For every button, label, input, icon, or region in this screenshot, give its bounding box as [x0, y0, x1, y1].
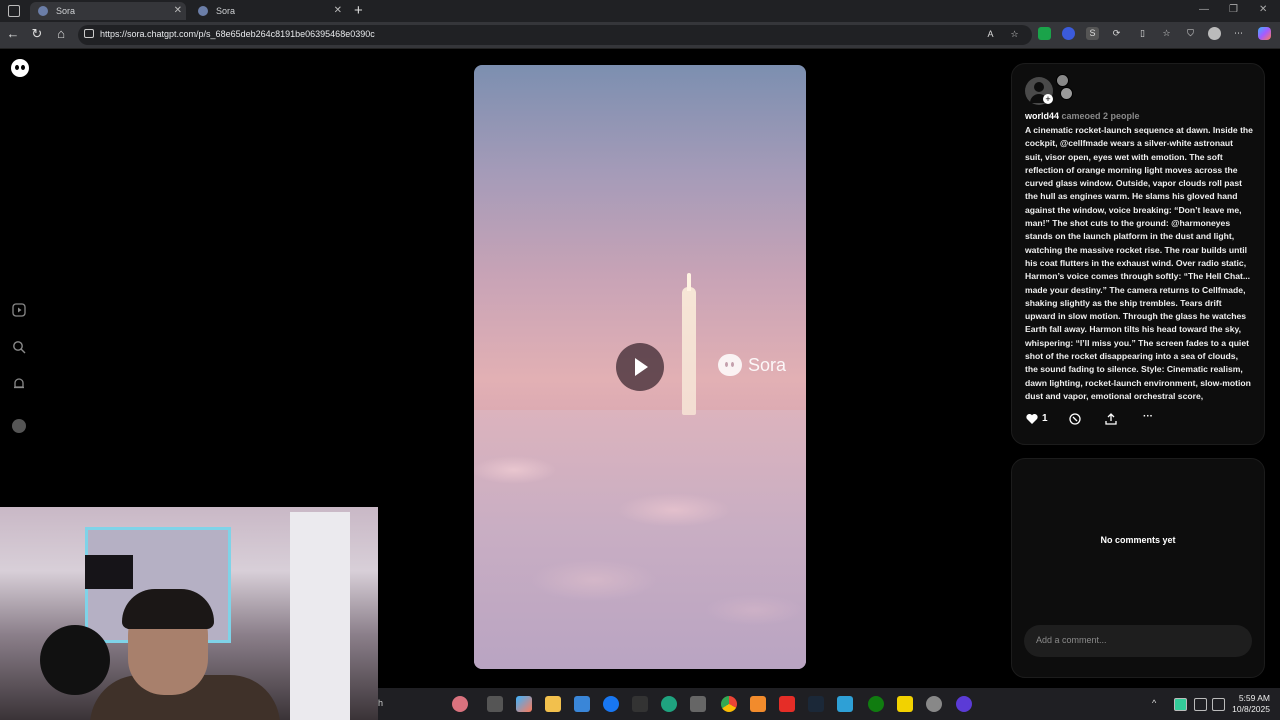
steam-icon[interactable] [808, 696, 824, 712]
post-byline: world44 cameoed 2 people [1025, 111, 1140, 121]
cloud-layer [474, 410, 806, 669]
more-menu-icon[interactable]: ⋯ [1232, 27, 1245, 40]
vlc-icon[interactable] [750, 696, 766, 712]
reload-icon[interactable]: ↻ [29, 26, 45, 42]
minimize-icon[interactable]: — [1199, 4, 1209, 15]
xbox-icon[interactable] [868, 696, 884, 712]
sora-logo[interactable] [11, 59, 29, 77]
url-text[interactable]: https://sora.chatgpt.com/p/s_68e65deb264… [100, 29, 375, 39]
comment-input[interactable]: Add a comment... [1024, 625, 1252, 657]
close-tab-icon[interactable]: ✕ [174, 5, 182, 16]
close-window-icon[interactable]: ✕ [1259, 4, 1267, 15]
rocket [687, 273, 691, 291]
address-row: ← ↻ ⌂ https://sora.chatgpt.com/p/s_68e65… [0, 22, 1280, 49]
windows-taskbar: h ^ 5:59 AM 10/8/2025 [378, 688, 1280, 720]
cameo-text[interactable]: cameoed 2 people [1062, 111, 1140, 121]
webcam-door [290, 512, 350, 720]
webcam-tv [85, 555, 133, 589]
sora-cloud-icon [718, 354, 742, 376]
address-bar[interactable]: https://sora.chatgpt.com/p/s_68e65deb264… [78, 25, 1032, 45]
read-aloud-icon[interactable]: A [984, 28, 997, 41]
close-tab-icon[interactable]: ✕ [334, 5, 342, 16]
task-view-icon[interactable] [487, 696, 503, 712]
cameo-avatar-2[interactable] [1060, 87, 1073, 100]
sora-watermark: Sora [718, 354, 786, 376]
system-clock[interactable]: 5:59 AM 10/8/2025 [1232, 693, 1270, 715]
clock-date: 10/8/2025 [1232, 704, 1270, 714]
remix-icon[interactable] [1068, 412, 1082, 426]
copilot-icon[interactable] [1258, 27, 1271, 40]
file-explorer-icon[interactable] [545, 696, 561, 712]
chrome-icon[interactable] [721, 696, 737, 712]
share-icon[interactable] [1104, 412, 1118, 426]
watermark-text: Sora [748, 354, 787, 375]
store-icon[interactable] [574, 696, 590, 712]
calculator-icon[interactable] [690, 696, 706, 712]
sora-favicon-icon [38, 6, 48, 16]
video-icon[interactable] [12, 303, 26, 317]
extension-m-icon[interactable] [1038, 27, 1051, 40]
tab-title: Sora [56, 6, 76, 16]
video-player[interactable]: Sora [474, 65, 806, 669]
search-icon[interactable] [12, 340, 26, 354]
tab-sora[interactable]: Sora ✕ [190, 2, 346, 20]
extension-circle-icon[interactable] [1062, 27, 1075, 40]
tab-sora-active[interactable]: Sora ✕ [30, 2, 186, 20]
circle-app-icon[interactable] [956, 696, 972, 712]
sora-favicon-icon [198, 6, 208, 16]
sticky-notes-icon[interactable] [897, 696, 913, 712]
clock-time: 5:59 AM [1238, 693, 1270, 703]
no-comments-text: No comments yet [1100, 535, 1176, 545]
taskbar-search-fragment[interactable]: h [378, 698, 383, 708]
refresh-extension-icon[interactable]: ⟳ [1110, 27, 1123, 40]
chatgpt-icon[interactable] [926, 696, 942, 712]
maximize-icon[interactable]: ❐ [1229, 4, 1238, 15]
browser-tab-bar: Sora ✕ Sora ✕ + — ❐ ✕ [0, 0, 1280, 22]
bell-icon[interactable] [12, 377, 26, 391]
back-icon[interactable]: ← [5, 26, 21, 42]
octopus-app-icon[interactable] [452, 696, 468, 712]
shield-icon[interactable]: ⛉ [1184, 27, 1197, 40]
lock-icon [84, 29, 94, 38]
copilot-taskbar-icon[interactable] [516, 696, 532, 712]
home-icon[interactable]: ⌂ [53, 26, 69, 42]
post-panel: + world44 cameoed 2 people A cinematic r… [1011, 63, 1265, 445]
settings-app-icon[interactable] [837, 696, 853, 712]
extension-s-icon[interactable]: S [1086, 27, 1099, 40]
split-screen-icon[interactable]: ▯ [1136, 27, 1149, 40]
play-icon [635, 358, 648, 376]
comments-panel: No comments yet Add a comment... [1011, 458, 1265, 678]
avatar[interactable] [12, 419, 26, 433]
follow-plus-icon[interactable]: + [1043, 94, 1053, 104]
comment-placeholder: Add a comment... [1036, 635, 1107, 645]
heart-icon[interactable] [1025, 412, 1039, 426]
webcam-overlay [0, 507, 378, 720]
favorite-star-icon[interactable]: ☆ [1008, 28, 1021, 41]
more-options-icon[interactable]: ··· [1140, 411, 1156, 422]
favorites-icon[interactable]: ☆ [1160, 27, 1173, 40]
play-button[interactable] [616, 343, 664, 391]
profile-avatar[interactable] [1208, 27, 1221, 40]
tab-title: Sora [216, 6, 236, 16]
volume-icon[interactable] [1212, 698, 1225, 711]
show-hidden-icons-icon[interactable]: ^ [1152, 698, 1163, 709]
amazon-icon[interactable] [632, 696, 648, 712]
post-description: A cinematic rocket-launch sequence at da… [1025, 125, 1253, 401]
network-icon[interactable] [1194, 698, 1207, 711]
rocket-trail [682, 287, 696, 415]
webcam-person-hair [122, 589, 214, 629]
microphone-tray-icon[interactable] [1174, 698, 1187, 711]
username[interactable]: world44 [1025, 111, 1059, 121]
like-count: 1 [1042, 413, 1048, 424]
tab-actions-icon[interactable] [8, 5, 20, 17]
new-tab-button[interactable]: + [354, 2, 363, 19]
youtube-icon[interactable] [779, 696, 795, 712]
edge-icon[interactable] [661, 696, 677, 712]
webcam-microphone [40, 625, 110, 695]
facebook-icon[interactable] [603, 696, 619, 712]
cameo-avatar-1[interactable] [1056, 74, 1069, 87]
